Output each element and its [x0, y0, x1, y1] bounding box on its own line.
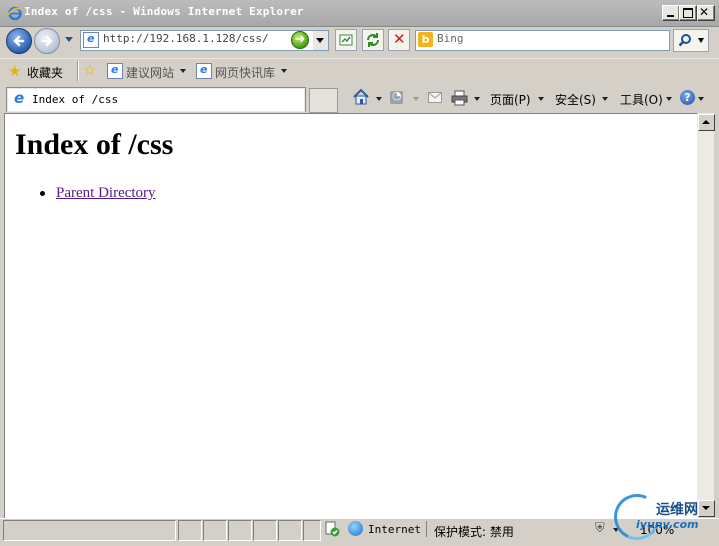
minimize-button[interactable] [662, 5, 680, 21]
popup-blocker-icon[interactable]: ⛨ [595, 521, 605, 536]
print-button[interactable] [451, 90, 468, 109]
printer-icon [451, 90, 468, 106]
search-placeholder: Bing [437, 32, 464, 45]
refresh-icon [367, 33, 379, 47]
internet-zone-globe-icon [348, 521, 363, 536]
vertical-scrollbar[interactable] [697, 113, 714, 517]
address-url[interactable]: http://192.168.1.128/css/ [103, 32, 269, 45]
back-arrow-icon [13, 35, 25, 47]
favorites-star-icon: ★ [8, 62, 22, 80]
arrow-up-icon [702, 120, 710, 124]
read-mail-button[interactable] [428, 92, 442, 103]
tab-ie-icon: e [14, 89, 25, 107]
zone-label: Internet [368, 523, 421, 536]
web-slice-gallery-link[interactable]: 网页快讯库 [215, 64, 275, 81]
help-dropdown[interactable] [698, 97, 704, 101]
home-dropdown[interactable] [376, 97, 382, 101]
search-button[interactable] [673, 29, 697, 52]
status-cell [178, 520, 202, 541]
tools-menu[interactable]: 工具(O) [620, 91, 663, 108]
back-button[interactable] [6, 28, 32, 54]
search-icon [678, 34, 691, 47]
page-ie-icon: e [83, 32, 99, 48]
protected-mode-status: 保护模式: 禁用 [434, 525, 514, 539]
ie-logo-icon [7, 6, 23, 21]
page-menu[interactable]: 页面(P) [490, 91, 531, 108]
recent-pages-dropdown[interactable] [65, 37, 73, 42]
page-heading: Index of /css [15, 128, 174, 161]
status-cell [303, 520, 321, 541]
scroll-down-button[interactable] [698, 500, 715, 517]
page-viewport [4, 113, 698, 518]
home-button[interactable] [352, 88, 370, 109]
suggested-sites-link[interactable]: 建议网站 [126, 64, 174, 81]
web-slice-gallery-icon: e [196, 63, 212, 79]
status-divider [426, 521, 427, 537]
safety-menu[interactable]: 安全(S) [555, 91, 596, 108]
stop-icon: ✕ [393, 30, 406, 48]
stop-button[interactable]: ✕ [388, 29, 410, 51]
status-cell [228, 520, 252, 541]
home-icon [353, 88, 369, 105]
forward-button[interactable] [34, 28, 60, 54]
compatibility-view-icon [339, 34, 353, 46]
help-button[interactable]: ? [680, 90, 695, 105]
close-button[interactable]: ✕ [697, 5, 715, 21]
chevron-down-icon[interactable] [180, 69, 186, 73]
status-cell [253, 520, 277, 541]
close-icon: ✕ [699, 5, 710, 19]
maximize-button[interactable] [679, 5, 697, 21]
watermark-url: iyunv.com [636, 518, 699, 531]
add-to-favorites-icon[interactable]: ☆ [83, 61, 96, 79]
print-dropdown[interactable] [474, 97, 480, 101]
security-status-icon[interactable] [324, 521, 340, 537]
status-cell [203, 520, 227, 541]
mail-icon [429, 93, 441, 99]
watermark-title: 运维网 [656, 502, 698, 518]
safety-menu-dropdown[interactable] [602, 97, 608, 101]
go-button[interactable]: ➜ [291, 31, 309, 49]
favorites-button[interactable]: 收藏夹 [27, 64, 63, 81]
favorites-separator [77, 61, 79, 81]
scroll-up-button[interactable] [698, 114, 715, 131]
status-cell [278, 520, 302, 541]
forward-arrow-icon [41, 35, 53, 47]
tools-menu-dropdown[interactable] [666, 97, 672, 101]
address-dropdown-button[interactable] [313, 30, 329, 51]
arrow-down-icon [702, 506, 710, 510]
new-tab-button[interactable] [309, 88, 338, 113]
tab-label: Index of /css [32, 93, 119, 106]
feeds-dropdown[interactable] [413, 97, 419, 101]
compatibility-view-button[interactable] [335, 29, 357, 51]
suggested-sites-icon: e [107, 63, 123, 79]
refresh-button[interactable] [362, 29, 384, 51]
search-options-dropdown[interactable] [696, 29, 709, 52]
window-title: Index of /css - Windows Internet Explore… [24, 5, 304, 18]
chevron-down-icon[interactable] [281, 69, 287, 73]
bing-logo-icon: b [418, 32, 433, 47]
status-message [3, 520, 176, 541]
feeds-button[interactable]: ◔ [390, 89, 403, 104]
list-bullet [40, 191, 45, 196]
page-menu-dropdown[interactable] [538, 97, 544, 101]
parent-directory-link[interactable]: Parent Directory [56, 185, 156, 202]
rss-icon: ◔ [392, 89, 402, 102]
